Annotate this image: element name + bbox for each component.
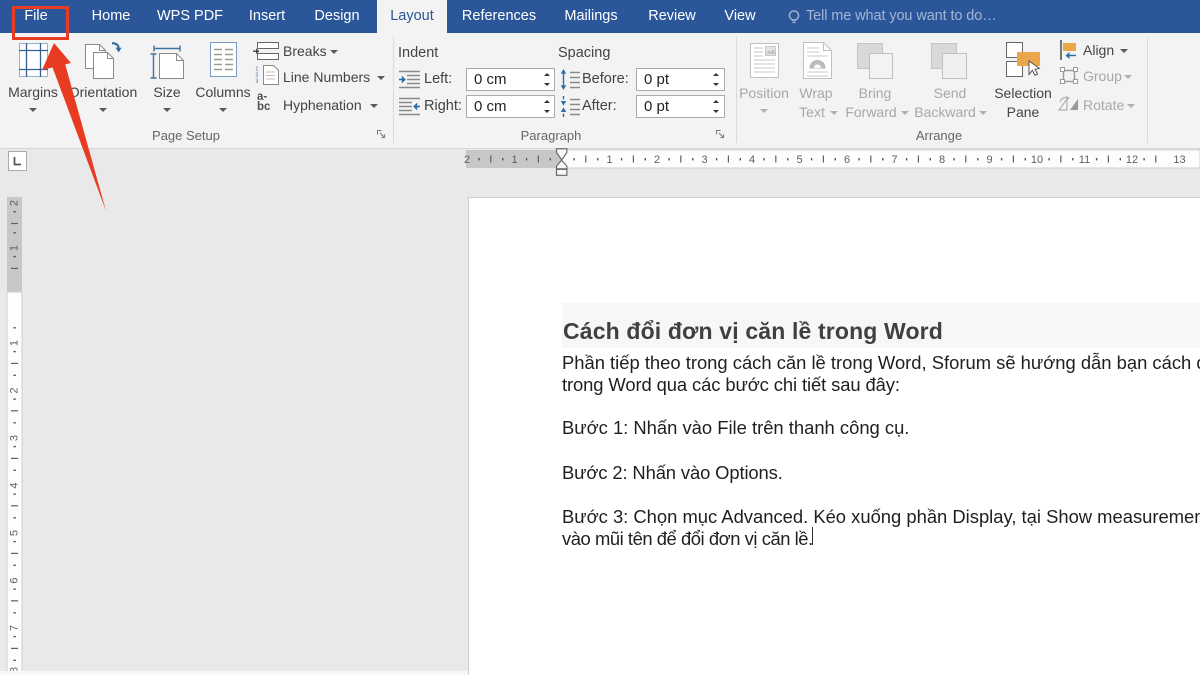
svg-text:2: 2: [8, 387, 20, 393]
svg-text:6: 6: [844, 154, 850, 166]
svg-text:1: 1: [511, 154, 517, 166]
svg-text:8: 8: [939, 154, 945, 166]
svg-text:3: 3: [8, 435, 20, 441]
svg-text:1: 1: [8, 340, 20, 346]
svg-text:2: 2: [8, 200, 20, 206]
svg-text:3: 3: [256, 79, 259, 85]
svg-text:4: 4: [749, 154, 755, 166]
svg-text:9: 9: [986, 154, 992, 166]
svg-text:10: 10: [1031, 154, 1043, 166]
svg-text:5: 5: [8, 530, 20, 536]
svg-text:3: 3: [701, 154, 707, 166]
svg-text:13: 13: [1173, 154, 1185, 166]
svg-text:1: 1: [606, 154, 612, 166]
svg-text:2: 2: [654, 154, 660, 166]
svg-text:7: 7: [8, 625, 20, 631]
svg-text:11: 11: [1079, 154, 1090, 166]
svg-text:12: 12: [1126, 154, 1138, 166]
svg-text:5: 5: [796, 154, 802, 166]
svg-text:2: 2: [464, 154, 470, 166]
svg-text:6: 6: [8, 577, 20, 583]
svg-text:7: 7: [891, 154, 897, 166]
svg-text:1: 1: [8, 245, 20, 251]
svg-text:4: 4: [8, 482, 20, 488]
